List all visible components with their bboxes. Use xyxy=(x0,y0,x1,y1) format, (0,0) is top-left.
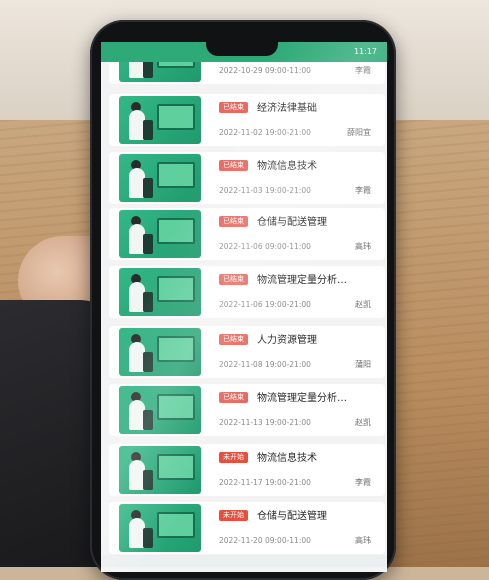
course-card[interactable]: 已结束 人力资源管理 2022-11-08 19:00-21:00 蒲阳 xyxy=(109,326,385,378)
course-time: 2022-11-17 19:00-21:00 xyxy=(219,478,311,487)
course-teacher: 高玮 xyxy=(355,242,371,251)
course-time: 2022-11-13 19:00-21:00 xyxy=(219,418,311,427)
microscope-icon xyxy=(143,178,153,198)
course-title: 经济法律基础 xyxy=(257,103,317,114)
status-badge: 已结束 xyxy=(219,274,248,285)
status-badge: 已结束 xyxy=(219,392,248,403)
course-title: 仓储与配送管理 xyxy=(257,217,327,228)
course-card[interactable]: 未开始 仓储与配送管理 2022-11-20 09:00-11:00 高玮 xyxy=(109,502,385,554)
microscope-icon xyxy=(143,352,153,372)
course-card[interactable]: 已结束 物流管理定量分析… 2022-11-06 19:00-21:00 赵凯 xyxy=(109,266,385,318)
course-thumbnail xyxy=(119,446,201,494)
status-badge: 已结束 xyxy=(219,160,248,171)
board-icon xyxy=(157,104,195,130)
bottom-nav-bar xyxy=(101,555,387,567)
board-icon xyxy=(157,336,195,362)
phone-screen: 2022-10-29 09:00-11:00 李霞 已结束 经济法律基础 202… xyxy=(101,42,387,572)
board-icon xyxy=(157,394,195,420)
course-teacher: 李霞 xyxy=(355,186,371,195)
course-thumbnail xyxy=(119,386,201,434)
course-card[interactable]: 已结束 物流管理定量分析… 2022-11-13 19:00-21:00 赵凯 xyxy=(109,384,385,436)
course-card[interactable]: 已结束 仓储与配送管理 2022-11-06 09:00-11:00 高玮 xyxy=(109,208,385,260)
board-icon xyxy=(157,454,195,480)
course-teacher: 蒲阳 xyxy=(355,360,371,369)
course-teacher: 李霞 xyxy=(355,66,371,75)
status-clock: 11:17 xyxy=(353,47,377,56)
course-card[interactable]: 已结束 物流信息技术 2022-11-03 19:00-21:00 李霞 xyxy=(109,152,385,204)
course-teacher: 赵凯 xyxy=(355,300,371,309)
course-time: 2022-11-02 19:00-21:00 xyxy=(219,128,311,137)
microscope-icon xyxy=(143,410,153,430)
board-icon xyxy=(157,162,195,188)
course-teacher: 李霞 xyxy=(355,478,371,487)
course-thumbnail xyxy=(119,210,201,258)
status-badge: 已结束 xyxy=(219,216,248,227)
course-thumbnail xyxy=(119,328,201,376)
microscope-icon xyxy=(143,234,153,254)
board-icon xyxy=(157,512,195,538)
course-time: 2022-11-08 19:00-21:00 xyxy=(219,360,311,369)
course-title: 物流管理定量分析… xyxy=(257,393,347,404)
board-icon xyxy=(157,218,195,244)
course-card[interactable]: 已结束 经济法律基础 2022-11-02 19:00-21:00 薛阳宜 xyxy=(109,94,385,146)
microscope-icon xyxy=(143,292,153,312)
course-thumbnail xyxy=(119,268,201,316)
course-teacher: 薛阳宜 xyxy=(347,128,371,137)
status-badge: 已结束 xyxy=(219,334,248,345)
course-time: 2022-11-06 09:00-11:00 xyxy=(219,242,311,251)
course-teacher: 高玮 xyxy=(355,536,371,545)
camera-notch xyxy=(206,40,278,56)
microscope-icon xyxy=(143,528,153,548)
course-time: 2022-11-20 09:00-11:00 xyxy=(219,536,311,545)
course-title: 物流信息技术 xyxy=(257,453,317,464)
course-time: 2022-11-03 19:00-21:00 xyxy=(219,186,311,195)
course-title: 物流信息技术 xyxy=(257,161,317,172)
status-badge: 未开始 xyxy=(219,510,248,521)
status-badge: 未开始 xyxy=(219,452,248,463)
board-icon xyxy=(157,276,195,302)
course-title: 物流管理定量分析… xyxy=(257,275,347,286)
microscope-icon xyxy=(143,470,153,490)
course-time: 2022-11-06 19:00-21:00 xyxy=(219,300,311,309)
course-title: 仓储与配送管理 xyxy=(257,511,327,522)
course-card[interactable]: 未开始 物流信息技术 2022-11-17 19:00-21:00 李霞 xyxy=(109,444,385,496)
course-thumbnail xyxy=(119,96,201,144)
course-thumbnail xyxy=(119,504,201,552)
course-time: 2022-10-29 09:00-11:00 xyxy=(219,66,311,75)
microscope-icon xyxy=(143,120,153,140)
status-badge: 已结束 xyxy=(219,102,248,113)
course-teacher: 赵凯 xyxy=(355,418,371,427)
course-title: 人力资源管理 xyxy=(257,335,317,346)
course-thumbnail xyxy=(119,154,201,202)
